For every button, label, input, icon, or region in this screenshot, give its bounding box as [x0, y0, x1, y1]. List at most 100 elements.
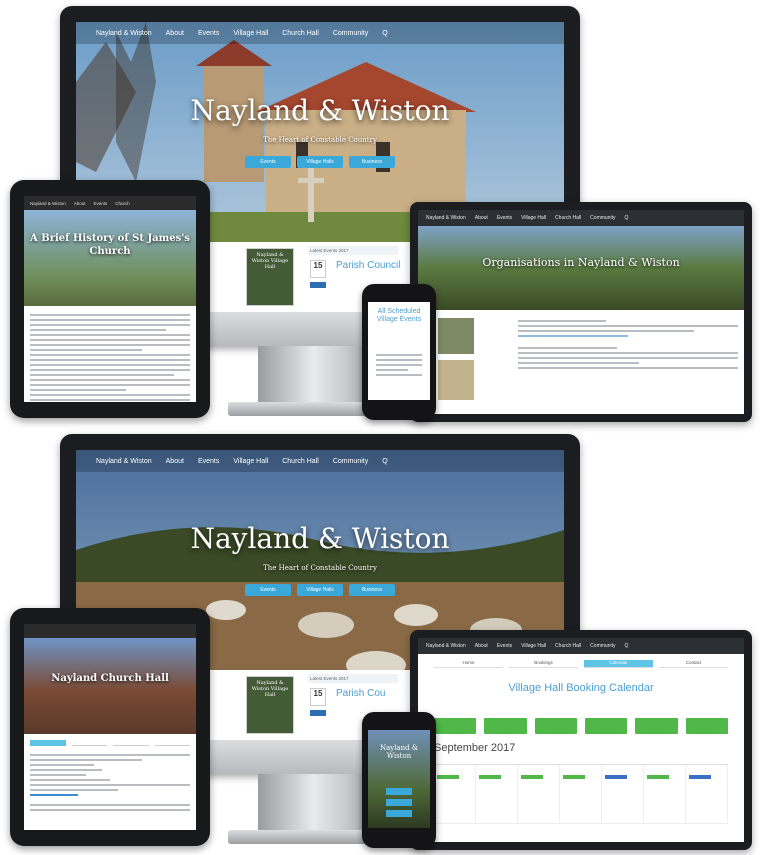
- village-hall-card[interactable]: Nayland & Wiston Village Hall: [246, 676, 294, 734]
- laptop-nav-item[interactable]: Events: [497, 643, 512, 649]
- nav-item-community[interactable]: Community: [333, 30, 368, 37]
- hero-title: Nayland & Wiston: [190, 522, 450, 555]
- laptop-nav-item[interactable]: Village Hall: [521, 643, 546, 649]
- events-button[interactable]: Events: [245, 584, 291, 596]
- hero-button-group: Events Village Halls Business: [76, 584, 564, 596]
- search-icon[interactable]: Q: [382, 30, 387, 37]
- calendar-cell[interactable]: [476, 765, 518, 824]
- event-more-button[interactable]: [310, 710, 326, 716]
- search-icon[interactable]: Q: [624, 215, 628, 221]
- phone-buttons: [386, 788, 412, 817]
- tablet-page-title: A Brief History of St James's Church: [30, 233, 190, 257]
- tablet-nav-item[interactable]: Nayland & Wiston: [30, 201, 66, 206]
- village-halls-button[interactable]: Village Halls: [297, 584, 343, 596]
- room-button[interactable]: [685, 718, 728, 734]
- tablet-tab[interactable]: [154, 740, 190, 746]
- tab-home[interactable]: Home: [434, 660, 503, 668]
- tablet-tab[interactable]: [71, 740, 107, 746]
- tablet-nav-bar: [24, 624, 196, 638]
- nav-item-home[interactable]: Nayland & Wiston: [96, 30, 152, 37]
- tablet-body-text: [30, 754, 190, 814]
- laptop-nav-item[interactable]: Nayland & Wiston: [426, 643, 466, 649]
- laptop-nav-item[interactable]: About: [475, 215, 488, 221]
- tablet-nav-item[interactable]: About: [74, 201, 86, 206]
- section-heading: Parish Council: [336, 260, 401, 271]
- hero-button-group: Events Village Halls Business: [76, 156, 564, 168]
- organisation-image: [438, 318, 474, 354]
- tablet-screen: Nayland Church Hall: [24, 624, 196, 830]
- business-button[interactable]: Business: [349, 584, 395, 596]
- room-button[interactable]: [635, 718, 678, 734]
- tablet-device: Nayland Church Hall: [10, 608, 210, 846]
- event-date-badge: 15: [310, 260, 326, 278]
- laptop-screen: Nayland & Wiston About Events Village Ha…: [418, 638, 744, 842]
- laptop-nav-bar: Nayland & Wiston About Events Village Ha…: [418, 638, 744, 654]
- search-icon[interactable]: Q: [382, 458, 387, 465]
- nav-item-village-hall[interactable]: Village Hall: [233, 30, 268, 37]
- search-icon[interactable]: Q: [624, 643, 628, 649]
- calendar-cell[interactable]: [602, 765, 644, 824]
- tab-contact[interactable]: Contact: [659, 660, 728, 668]
- calendar-month: September 2017: [434, 742, 516, 754]
- calendar-cell[interactable]: [434, 765, 476, 824]
- hero-subtitle: The Heart of Constable Country: [263, 564, 377, 572]
- phone-screen: All Scheduled Village Events: [368, 302, 430, 400]
- tablet-device: Nayland & Wiston About Events Church A B…: [10, 180, 210, 418]
- phone-button[interactable]: [386, 799, 412, 806]
- nav-item-about[interactable]: About: [166, 458, 184, 465]
- laptop-nav-item[interactable]: Village Hall: [521, 215, 546, 221]
- tablet-tabs: [30, 740, 190, 746]
- nav-item-church-hall[interactable]: Church Hall: [282, 458, 319, 465]
- laptop-page-title: Organisations in Nayland & Wiston: [482, 256, 680, 269]
- room-button[interactable]: [584, 718, 628, 734]
- events-label: Latest Events 2017: [308, 674, 398, 683]
- tablet-hero-image: Nayland Church Hall: [24, 638, 196, 734]
- room-button[interactable]: [534, 718, 577, 734]
- nav-item-about[interactable]: About: [166, 30, 184, 37]
- business-button[interactable]: Business: [349, 156, 395, 168]
- laptop-nav-item[interactable]: Community: [590, 643, 615, 649]
- phone-button[interactable]: [386, 810, 412, 817]
- nav-item-events[interactable]: Events: [198, 458, 219, 465]
- tablet-tab[interactable]: [113, 740, 149, 746]
- event-more-button[interactable]: [310, 282, 326, 288]
- phone-device: Nayland & Wiston: [362, 712, 436, 848]
- laptop-hero-image: Organisations in Nayland & Wiston: [418, 226, 744, 310]
- booking-tabs: Home Bookings Calendar Contact: [434, 660, 728, 668]
- phone-button[interactable]: [386, 788, 412, 795]
- phone-screen: Nayland & Wiston: [368, 730, 430, 828]
- tablet-tab[interactable]: [30, 740, 66, 746]
- nav-item-events[interactable]: Events: [198, 30, 219, 37]
- tab-bookings[interactable]: Bookings: [509, 660, 578, 668]
- events-button[interactable]: Events: [245, 156, 291, 168]
- tab-calendar[interactable]: Calendar: [584, 660, 653, 668]
- laptop-nav-item[interactable]: Nayland & Wiston: [426, 215, 466, 221]
- tablet-nav-bar: Nayland & Wiston About Events Church: [24, 196, 196, 210]
- village-hall-card[interactable]: Nayland & Wiston Village Hall: [246, 248, 294, 306]
- tablet-nav-item[interactable]: Church: [115, 201, 130, 206]
- calendar-title: Village Hall Booking Calendar: [508, 682, 654, 694]
- laptop-nav-item[interactable]: Community: [590, 215, 615, 221]
- desktop-nav-bar: Nayland & Wiston About Events Village Ha…: [76, 450, 564, 472]
- room-button[interactable]: [484, 718, 527, 734]
- bottom-device-mockup: Nayland & Wiston About Events Village Ha…: [0, 428, 760, 855]
- section-heading: Parish Cou: [336, 688, 386, 699]
- calendar-cell[interactable]: [518, 765, 560, 824]
- calendar-cell[interactable]: [560, 765, 602, 824]
- laptop-nav-item[interactable]: Church Hall: [555, 215, 581, 221]
- tablet-nav-item[interactable]: Events: [94, 201, 108, 206]
- laptop-nav-item[interactable]: About: [475, 643, 488, 649]
- nav-item-home[interactable]: Nayland & Wiston: [96, 458, 152, 465]
- nav-item-church-hall[interactable]: Church Hall: [282, 30, 319, 37]
- village-halls-button[interactable]: Village Halls: [297, 156, 343, 168]
- calendar-cell[interactable]: [644, 765, 686, 824]
- calendar-cell[interactable]: [686, 765, 728, 824]
- laptop-nav-item[interactable]: Church Hall: [555, 643, 581, 649]
- laptop-nav-bar: Nayland & Wiston About Events Village Ha…: [418, 210, 744, 226]
- nav-item-community[interactable]: Community: [333, 458, 368, 465]
- laptop-nav-item[interactable]: Events: [497, 215, 512, 221]
- calendar-grid: [434, 764, 728, 824]
- nav-item-village-hall[interactable]: Village Hall: [233, 458, 268, 465]
- laptop-body-text: [518, 320, 738, 372]
- room-button[interactable]: [434, 718, 477, 734]
